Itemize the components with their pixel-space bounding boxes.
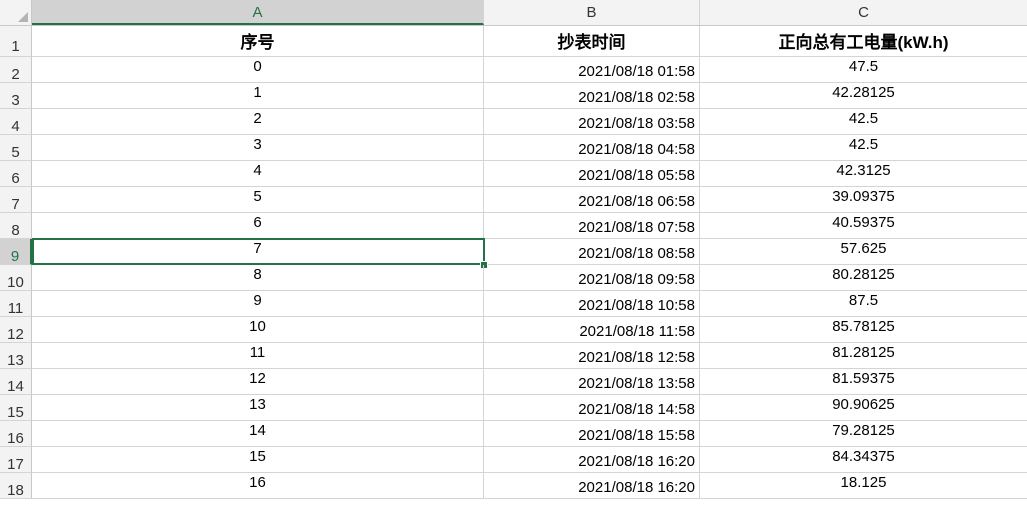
row-header[interactable]: 18 [0, 473, 32, 499]
cell-seq[interactable]: 6 [32, 213, 484, 239]
cell-time[interactable]: 2021/08/18 15:58 [484, 421, 700, 447]
cell-energy[interactable]: 40.59375 [700, 213, 1027, 239]
cell-seq[interactable]: 10 [32, 317, 484, 343]
row-header[interactable]: 11 [0, 291, 32, 317]
header-cell-energy[interactable]: 正向总有工电量(kW.h) [700, 26, 1027, 57]
row-header[interactable]: 5 [0, 135, 32, 161]
cell-time[interactable]: 2021/08/18 12:58 [484, 343, 700, 369]
cell-seq[interactable]: 0 [32, 57, 484, 83]
cell-seq[interactable]: 8 [32, 265, 484, 291]
row-header[interactable]: 13 [0, 343, 32, 369]
cell-seq[interactable]: 16 [32, 473, 484, 499]
header-cell-seq[interactable]: 序号 [32, 26, 484, 57]
row-header[interactable]: 9 [0, 239, 32, 265]
cell-time[interactable]: 2021/08/18 16:20 [484, 473, 700, 499]
cell-seq[interactable]: 14 [32, 421, 484, 447]
cell-seq[interactable]: 4 [32, 161, 484, 187]
cell-seq[interactable]: 5 [32, 187, 484, 213]
cell-energy[interactable]: 18.125 [700, 473, 1027, 499]
cell-time[interactable]: 2021/08/18 06:58 [484, 187, 700, 213]
row-header[interactable]: 16 [0, 421, 32, 447]
cell-energy[interactable]: 42.28125 [700, 83, 1027, 109]
column-header-a[interactable]: A [32, 0, 484, 25]
cell-energy[interactable]: 81.59375 [700, 369, 1027, 395]
cell-time[interactable]: 2021/08/18 08:58 [484, 239, 700, 265]
row-header[interactable]: 1 [0, 26, 32, 57]
row-header[interactable]: 4 [0, 109, 32, 135]
cell-time[interactable]: 2021/08/18 04:58 [484, 135, 700, 161]
row-header[interactable]: 7 [0, 187, 32, 213]
cell-seq[interactable]: 9 [32, 291, 484, 317]
cell-time[interactable]: 2021/08/18 03:58 [484, 109, 700, 135]
row-header[interactable]: 14 [0, 369, 32, 395]
row-header[interactable]: 3 [0, 83, 32, 109]
cell-time[interactable]: 2021/08/18 10:58 [484, 291, 700, 317]
select-all-corner[interactable] [0, 0, 32, 25]
cell-time[interactable]: 2021/08/18 13:58 [484, 369, 700, 395]
cell-seq[interactable]: 13 [32, 395, 484, 421]
cell-seq[interactable]: 2 [32, 109, 484, 135]
cell-energy[interactable]: 79.28125 [700, 421, 1027, 447]
cell-energy[interactable]: 47.5 [700, 57, 1027, 83]
row-header[interactable]: 12 [0, 317, 32, 343]
cell-energy[interactable]: 42.5 [700, 135, 1027, 161]
cell-seq[interactable]: 15 [32, 447, 484, 473]
cell-energy[interactable]: 42.3125 [700, 161, 1027, 187]
cell-seq[interactable]: 7 [32, 239, 484, 265]
cell-time[interactable]: 2021/08/18 16:20 [484, 447, 700, 473]
cell-energy[interactable]: 81.28125 [700, 343, 1027, 369]
column-header-bar: A B C [0, 0, 1027, 26]
cell-seq[interactable]: 3 [32, 135, 484, 161]
cell-time[interactable]: 2021/08/18 01:58 [484, 57, 700, 83]
cell-time[interactable]: 2021/08/18 05:58 [484, 161, 700, 187]
cell-energy[interactable]: 80.28125 [700, 265, 1027, 291]
column-header-c[interactable]: C [700, 0, 1027, 25]
column-header-b[interactable]: B [484, 0, 700, 25]
cell-energy[interactable]: 90.90625 [700, 395, 1027, 421]
cell-time[interactable]: 2021/08/18 07:58 [484, 213, 700, 239]
cell-energy[interactable]: 42.5 [700, 109, 1027, 135]
cell-time[interactable]: 2021/08/18 02:58 [484, 83, 700, 109]
cell-energy[interactable]: 39.09375 [700, 187, 1027, 213]
row-header[interactable]: 17 [0, 447, 32, 473]
cell-energy[interactable]: 85.78125 [700, 317, 1027, 343]
cell-time[interactable]: 2021/08/18 11:58 [484, 317, 700, 343]
row-header[interactable]: 8 [0, 213, 32, 239]
cell-time[interactable]: 2021/08/18 09:58 [484, 265, 700, 291]
cell-seq[interactable]: 12 [32, 369, 484, 395]
header-cell-time[interactable]: 抄表时间 [484, 26, 700, 57]
cell-energy[interactable]: 84.34375 [700, 447, 1027, 473]
row-header[interactable]: 2 [0, 57, 32, 83]
row-header[interactable]: 10 [0, 265, 32, 291]
spreadsheet: A B C 1 序号 抄表时间 正向总有工电量(kW.h) 2 0 2021/08/18 0… [0, 0, 1027, 500]
row-header[interactable]: 6 [0, 161, 32, 187]
select-all-triangle-icon [18, 12, 28, 22]
cell-seq[interactable]: 11 [32, 343, 484, 369]
cell-time[interactable]: 2021/08/18 14:58 [484, 395, 700, 421]
row-header[interactable]: 15 [0, 395, 32, 421]
cell-seq[interactable]: 1 [32, 83, 484, 109]
cell-energy[interactable]: 87.5 [700, 291, 1027, 317]
cell-energy[interactable]: 57.625 [700, 239, 1027, 265]
